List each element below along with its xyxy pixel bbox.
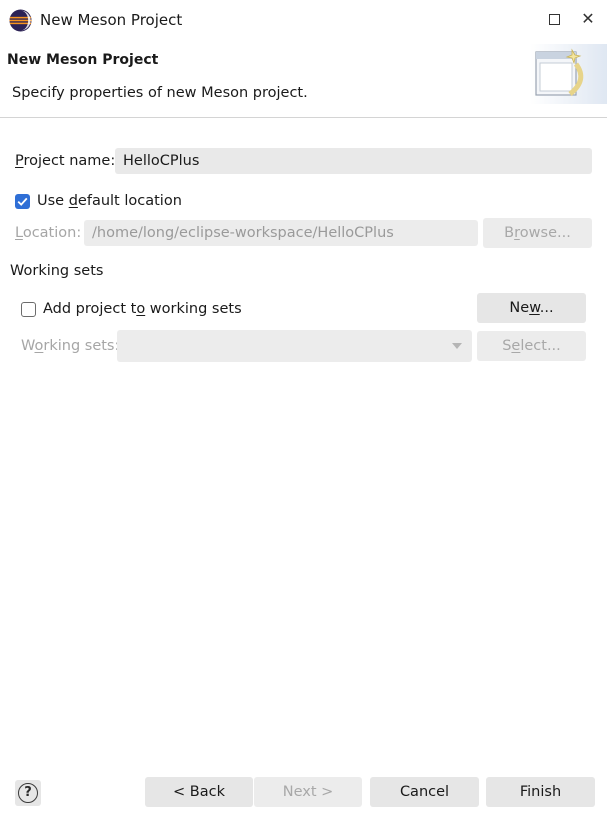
maximize-button[interactable] (546, 11, 562, 27)
location-input[interactable]: /home/long/eclipse-workspace/HelloCPlus (84, 220, 478, 246)
cancel-button[interactable]: Cancel (370, 777, 479, 807)
maximize-icon (549, 14, 560, 25)
back-button[interactable]: < Back (145, 777, 253, 807)
next-button[interactable]: Next > (254, 777, 362, 807)
header-separator (0, 117, 607, 118)
help-button[interactable]: ? (15, 780, 41, 806)
page-title: New Meson Project (7, 52, 159, 68)
close-icon: ✕ (581, 9, 595, 28)
working-sets-combo[interactable] (117, 330, 472, 362)
project-name-label: Project name: (15, 153, 116, 169)
add-to-working-sets-label[interactable]: Add project to working sets (43, 299, 242, 319)
wizard-banner-icon (530, 44, 607, 104)
close-button[interactable]: ✕ (578, 9, 598, 29)
add-to-working-sets-checkbox[interactable] (21, 302, 36, 317)
location-label: Location: (15, 225, 82, 241)
window-title: New Meson Project (40, 11, 183, 29)
chevron-down-icon (452, 343, 462, 349)
working-sets-label: Working sets: (21, 338, 120, 354)
page-description: Specify properties of new Meson project. (12, 85, 308, 101)
eclipse-icon (9, 9, 32, 32)
new-working-set-button[interactable]: New... (477, 293, 586, 323)
select-working-sets-button[interactable]: Select... (477, 331, 586, 361)
use-default-location-checkbox[interactable] (15, 194, 30, 209)
use-default-location-label[interactable]: Use default location (37, 191, 182, 211)
finish-button[interactable]: Finish (486, 777, 595, 807)
project-name-input[interactable]: HelloCPlus (115, 148, 592, 174)
checkmark-icon (17, 197, 28, 206)
help-icon: ? (18, 783, 38, 803)
working-sets-group-label: Working sets (10, 263, 104, 279)
browse-button[interactable]: Browse... (483, 218, 592, 248)
